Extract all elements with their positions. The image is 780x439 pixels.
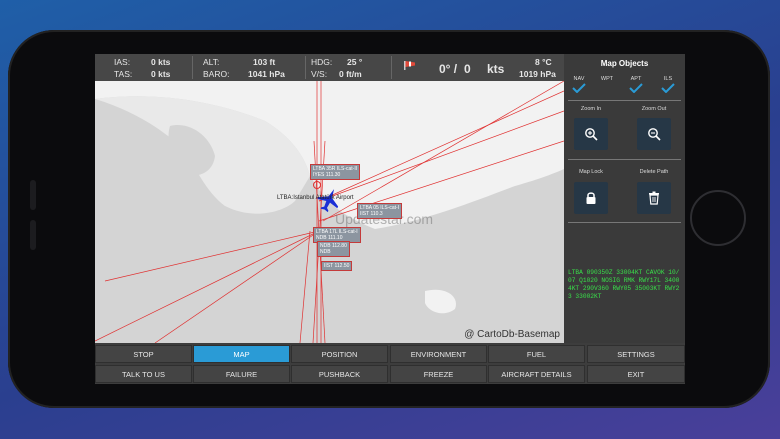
metar-text: LTBA 090350Z 33004KT CAVOK 10/07 Q1020 N… xyxy=(568,269,680,300)
zoom-out-label: Zoom Out xyxy=(641,106,667,112)
aircraft-details-button[interactable]: AIRCRAFT DETAILS xyxy=(488,365,585,383)
map-attribution: @ CartoDb-Basemap xyxy=(464,329,560,340)
failure-button[interactable]: FAILURE xyxy=(193,365,290,383)
map-canvas xyxy=(95,81,564,343)
airport-label: LTBA:Istanbul Atatürk Airport xyxy=(277,195,354,201)
divider xyxy=(192,56,193,79)
ils-label-line: IYES 111.30 xyxy=(313,172,341,178)
ias-value: 0 kts xyxy=(151,57,171,67)
toggle-wpt[interactable]: WPT xyxy=(595,76,619,82)
tas-value: 0 kts xyxy=(151,69,171,79)
vs-label: V/S: xyxy=(311,69,328,79)
divider xyxy=(568,222,681,223)
hdg-label: HDG: xyxy=(311,57,333,67)
toggle-label: APT xyxy=(630,76,642,82)
hdg-value: 25 ° xyxy=(347,57,363,67)
ils-label[interactable]: IIST 112.50 xyxy=(321,261,353,271)
toggle-label: ILS xyxy=(663,76,673,82)
alt-label: ALT: xyxy=(203,57,220,67)
environment-button[interactable]: ENVIRONMENT xyxy=(390,345,487,363)
zoom-out-button[interactable] xyxy=(637,118,671,150)
delete-path-label: Delete Path xyxy=(639,169,669,175)
talk-to-us-button[interactable]: TALK TO US xyxy=(95,365,192,383)
windsock-icon xyxy=(404,61,415,70)
pushback-button[interactable]: PUSHBACK xyxy=(291,365,388,383)
map-lock-label: Map Lock xyxy=(579,169,603,175)
toggle-nav[interactable]: NAV xyxy=(567,76,591,93)
checkmark-icon xyxy=(661,83,675,93)
exit-button[interactable]: EXIT xyxy=(587,365,685,383)
bottom-menu: STOP MAP POSITION ENVIRONMENT FUEL SETTI… xyxy=(95,345,685,384)
divider xyxy=(391,56,392,79)
ias-label: IAS: xyxy=(114,57,131,67)
zoom-in-icon xyxy=(585,128,598,141)
volume-down-button xyxy=(30,220,36,250)
flight-info-bar: IAS: 0 kts TAS: 0 kts ALT: 103 ft BARO: … xyxy=(95,54,564,81)
checkmark-icon xyxy=(629,83,643,93)
alt-value: 103 ft xyxy=(253,57,276,67)
ils-label-line: IIST 112.50 xyxy=(324,263,350,269)
position-button[interactable]: POSITION xyxy=(291,345,388,363)
divider xyxy=(305,56,306,79)
map-objects-panel: Map Objects NAV WPT APT ILS Zoom In Zoom… xyxy=(564,54,685,343)
toggle-ils[interactable]: ILS xyxy=(656,76,680,93)
map-view[interactable]: Updatestar.com LTBA:Istanbul Atatürk Air… xyxy=(95,81,564,343)
ils-label[interactable]: LTBA 05 ILS-cat-I IIST 110.3 xyxy=(357,203,403,219)
temperature-value: 8 °C xyxy=(535,57,552,67)
baro-label: BARO: xyxy=(203,69,230,79)
settings-button[interactable]: SETTINGS xyxy=(587,345,685,363)
baro-value: 1041 hPa xyxy=(248,69,285,79)
ils-label-line: IIST 110.3 xyxy=(360,211,383,217)
ils-label[interactable]: NDB 112.80 NDB xyxy=(317,241,350,257)
zoom-out-icon xyxy=(648,128,661,141)
home-button[interactable] xyxy=(690,190,746,246)
vs-value: 0 ft/m xyxy=(339,69,362,79)
fuel-button[interactable]: FUEL xyxy=(488,345,585,363)
panel-title: Map Objects xyxy=(600,59,649,68)
freeze-button[interactable]: FREEZE xyxy=(390,365,487,383)
delete-path-button[interactable] xyxy=(637,182,671,214)
app-screen: IAS: 0 kts TAS: 0 kts ALT: 103 ft BARO: … xyxy=(95,54,685,384)
map-lock-button[interactable] xyxy=(574,182,608,214)
checkmark-icon xyxy=(572,83,586,93)
trash-icon xyxy=(649,191,659,205)
ils-label[interactable]: LTBA 35R ILS-cat-II IYES 111.30 xyxy=(310,164,361,180)
map-button[interactable]: MAP xyxy=(193,345,290,363)
wind-direction: 0° / xyxy=(439,62,458,76)
stop-button[interactable]: STOP xyxy=(95,345,192,363)
ils-label-line: NDB xyxy=(320,249,331,255)
toggle-label: WPT xyxy=(600,76,614,82)
zoom-in-button[interactable] xyxy=(574,118,608,150)
toggle-apt[interactable]: APT xyxy=(624,76,648,93)
volume-up-button xyxy=(30,180,36,210)
zoom-in-label: Zoom In xyxy=(580,106,602,112)
wind-speed: 0 xyxy=(464,62,471,76)
lock-icon xyxy=(586,192,596,204)
divider xyxy=(568,159,681,160)
tas-label: TAS: xyxy=(114,69,133,79)
wind-unit: kts xyxy=(487,62,505,76)
divider xyxy=(568,100,681,101)
toggle-label: NAV xyxy=(573,76,585,82)
pressure-value: 1019 hPa xyxy=(519,69,556,79)
